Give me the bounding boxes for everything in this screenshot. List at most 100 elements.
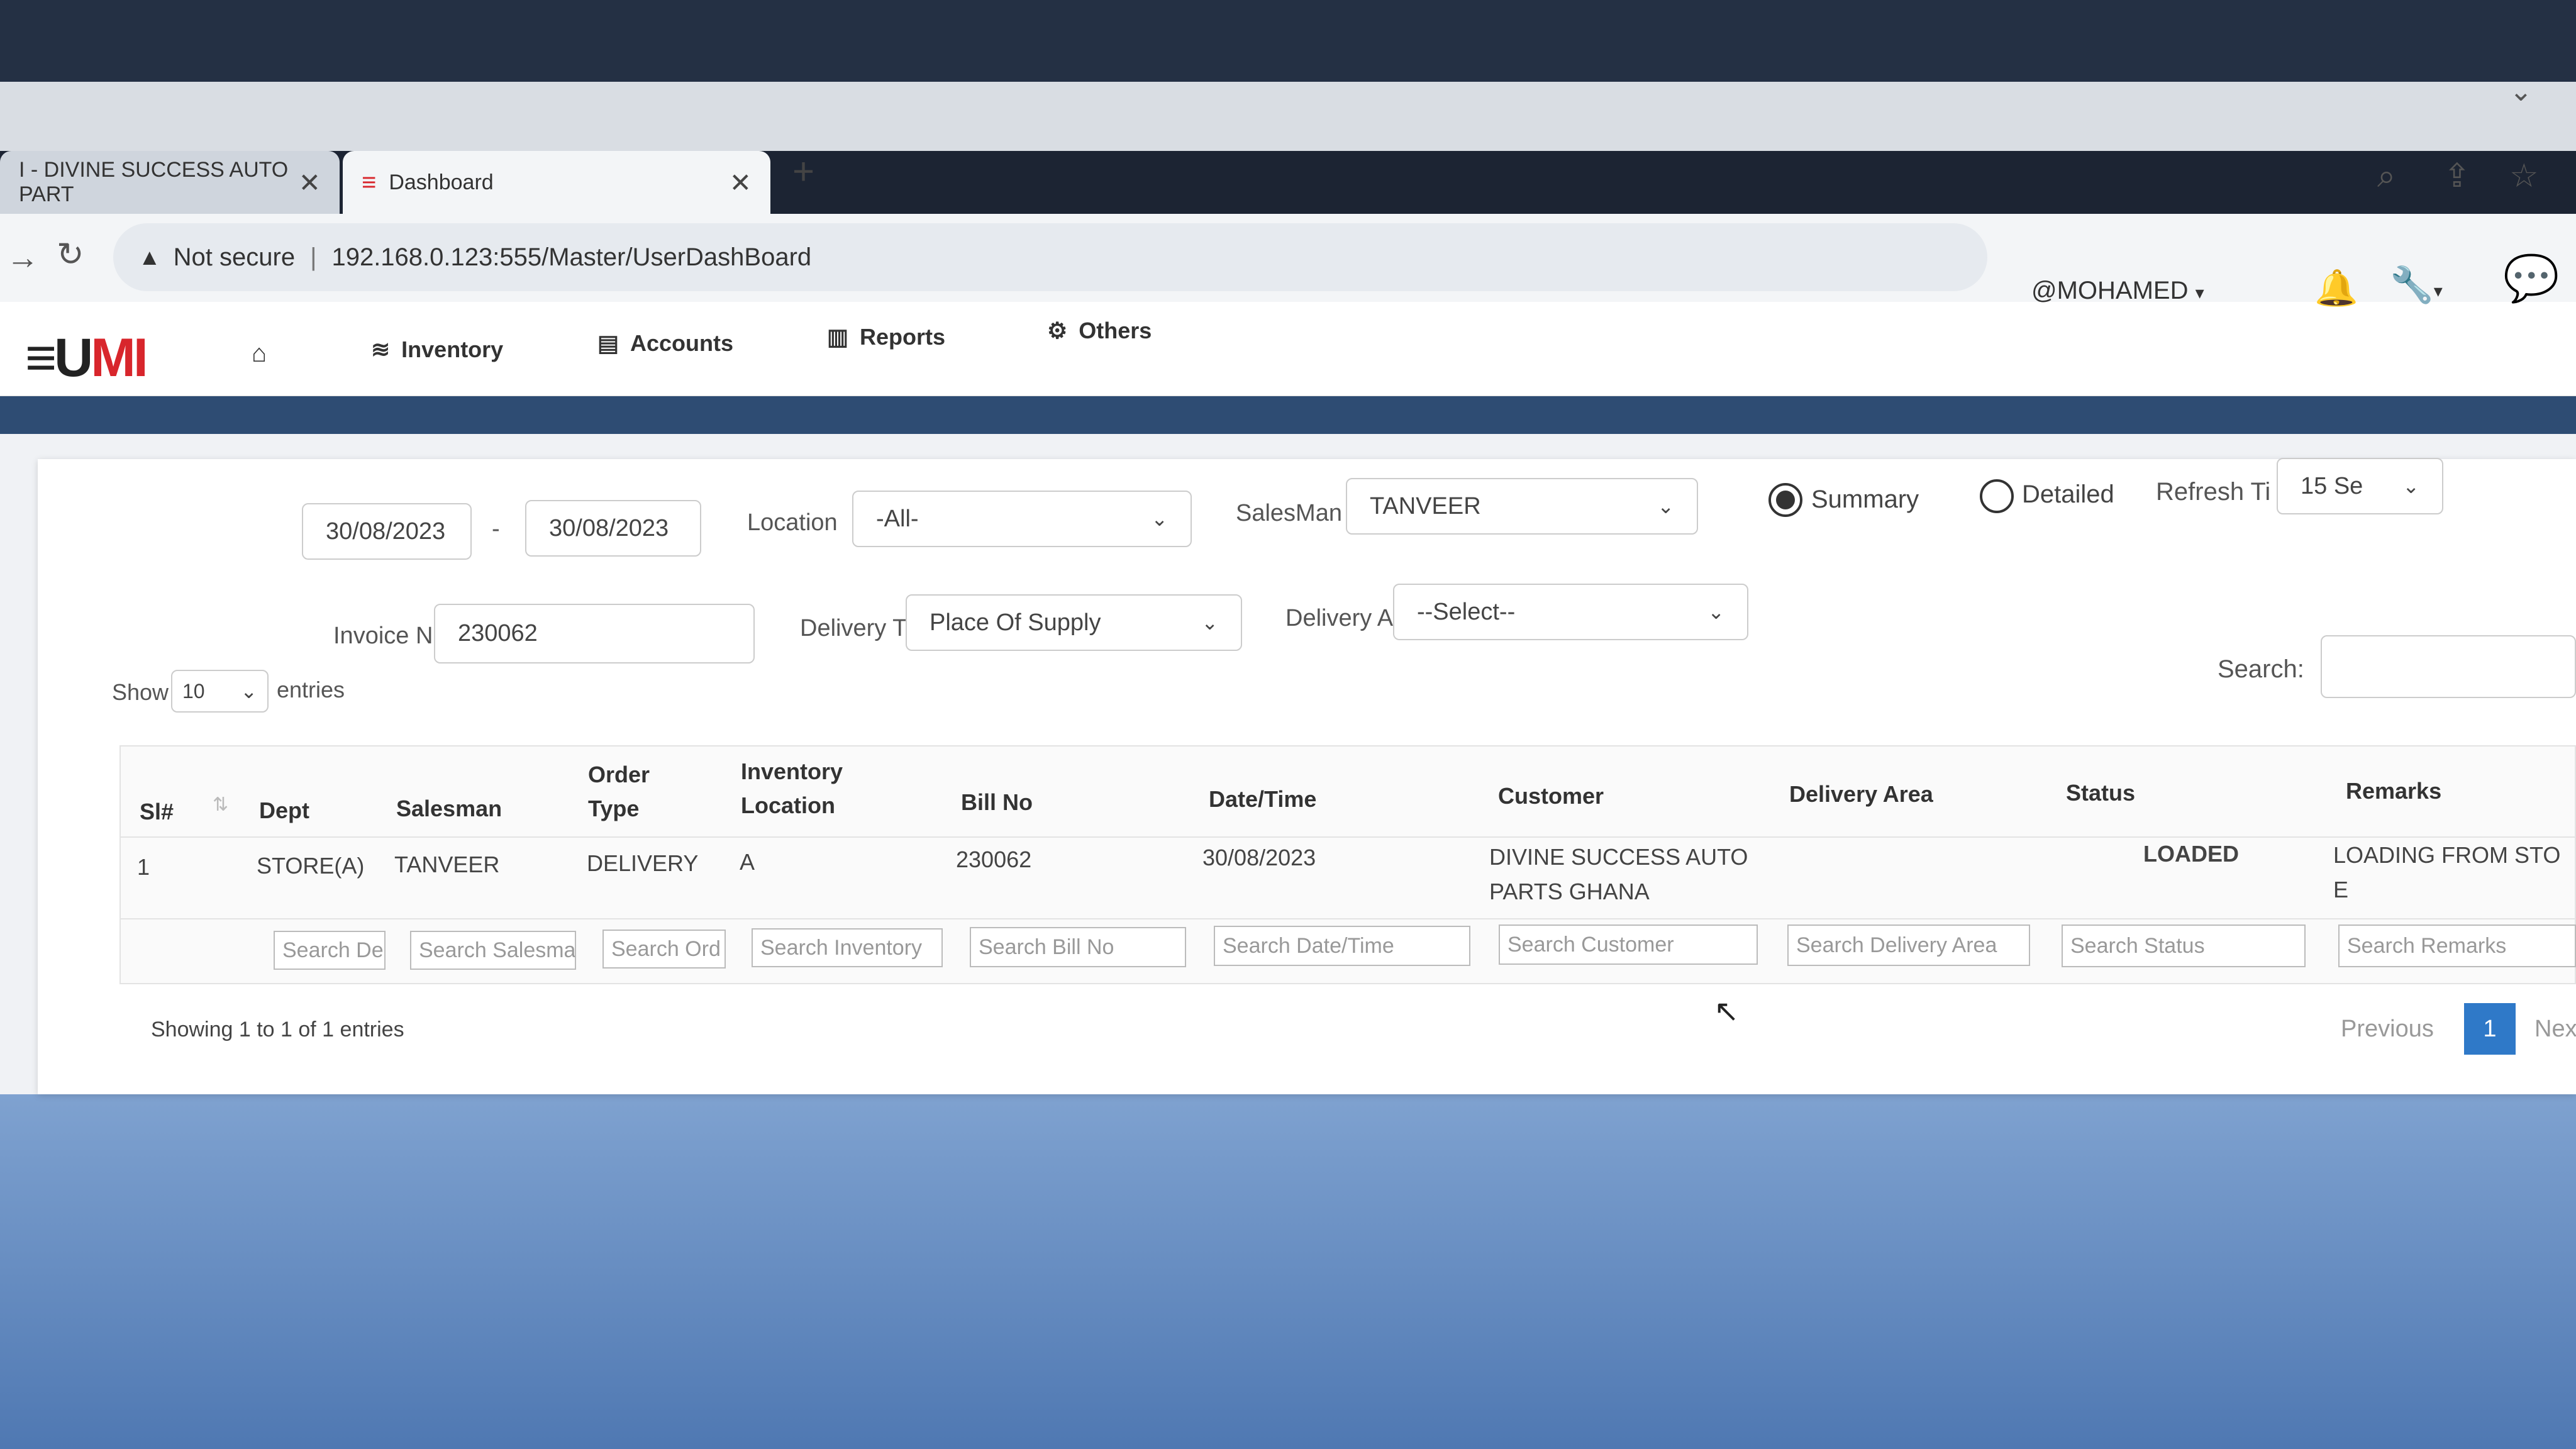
- location-select[interactable]: -All- ⌄: [852, 491, 1192, 547]
- address-bar[interactable]: ▲ Not secure | 192.168.0.123:555/Master/…: [113, 223, 1987, 291]
- menu-others[interactable]: ⚙ Others: [1047, 318, 1152, 344]
- delivery-type-value: Place Of Supply: [930, 609, 1101, 636]
- col-salesman[interactable]: Salesman: [396, 796, 502, 822]
- col-delivery-area[interactable]: Delivery Area: [1789, 781, 1933, 808]
- delivery-area-value: --Select--: [1417, 598, 1516, 625]
- menu-reports[interactable]: ▥ Reports: [827, 324, 945, 350]
- chevron-down-icon: ⌄: [1201, 611, 1218, 634]
- app-logo[interactable]: ≡UMI: [25, 327, 148, 389]
- pagination-current[interactable]: 1: [2464, 1003, 2516, 1055]
- delivery-type-label: Delivery T: [800, 615, 908, 641]
- cell-order-type: DELIVERY: [587, 850, 699, 876]
- delivery-type-select[interactable]: Place Of Supply ⌄: [906, 594, 1242, 651]
- tab-title: I - DIVINE SUCCESS AUTO PART: [19, 158, 289, 206]
- search-remarks-input[interactable]: Search Remarks: [2338, 924, 2576, 967]
- menu-inventory[interactable]: ≋ Inventory: [371, 336, 503, 363]
- summary-radio[interactable]: [1768, 483, 1802, 517]
- search-dept-input[interactable]: Search De: [274, 931, 386, 970]
- navbar-accent-strip: [0, 396, 2576, 434]
- col-customer[interactable]: Customer: [1498, 783, 1604, 809]
- search-bill-no-input[interactable]: Search Bill No: [970, 927, 1186, 967]
- pagination-next[interactable]: Nex: [2534, 1016, 2576, 1043]
- home-icon[interactable]: ⌂: [252, 340, 267, 368]
- search-label: Search:: [2218, 655, 2304, 683]
- cell-customer: DIVINE SUCCESS AUTO PARTS GHANA: [1489, 844, 1748, 904]
- bell-icon[interactable]: 🔔: [2314, 267, 2358, 309]
- location-value: -All-: [876, 505, 919, 532]
- col-bill-no[interactable]: Bill No: [961, 789, 1033, 816]
- divider: |: [310, 243, 317, 271]
- delivery-area-label: Delivery A: [1285, 605, 1394, 631]
- table-search-input[interactable]: [2321, 635, 2576, 698]
- share-icon[interactable]: ⇪: [2443, 157, 2471, 195]
- chevron-down-icon: ⌄: [240, 680, 257, 702]
- chevron-down-icon: ⌄: [1151, 508, 1168, 530]
- forward-icon[interactable]: →: [6, 239, 39, 277]
- search-salesman-input[interactable]: Search Salesma: [410, 931, 576, 970]
- zoom-icon[interactable]: ⌕: [2377, 157, 2396, 196]
- invoice-value: 230062: [458, 620, 538, 647]
- col-dept[interactable]: Dept: [259, 797, 309, 824]
- cell-dept: STORE(A): [257, 853, 365, 879]
- date-to-value: 30/08/2023: [549, 514, 669, 541]
- date-from-input[interactable]: 30/08/2023: [302, 503, 472, 560]
- col-date-time[interactable]: Date/Time: [1209, 786, 1316, 813]
- salesman-select[interactable]: TANVEER ⌄: [1346, 478, 1698, 535]
- close-icon[interactable]: ✕: [299, 167, 321, 198]
- chat-icon[interactable]: 💬: [2503, 252, 2560, 305]
- col-remarks[interactable]: Remarks: [2346, 778, 2441, 804]
- search-delivery-area-input[interactable]: Search Delivery Area: [1787, 924, 2030, 966]
- refresh-interval-select[interactable]: 15 Se ⌄: [2277, 458, 2443, 514]
- search-order-type-input[interactable]: Search Ord: [602, 930, 726, 969]
- tab-title: Dashboard: [389, 170, 494, 194]
- menu-label: Others: [1079, 318, 1152, 343]
- delivery-area-select[interactable]: --Select-- ⌄: [1393, 584, 1748, 640]
- cell-location: A: [740, 849, 755, 875]
- search-inventory-input[interactable]: Search Inventory: [752, 928, 943, 967]
- page-length-select[interactable]: 10 ⌄: [171, 670, 269, 713]
- menu-label: Accounts: [630, 330, 734, 356]
- logo-main: ≡U: [25, 328, 93, 388]
- search-status-input[interactable]: Search Status: [2062, 924, 2306, 967]
- detailed-radio[interactable]: [1980, 479, 2014, 513]
- menu-accounts[interactable]: ▤ Accounts: [597, 330, 733, 357]
- sort-icon[interactable]: ⇅: [213, 794, 228, 816]
- cell-bill-no: 230062: [956, 847, 1032, 872]
- row-divider: [119, 918, 2576, 919]
- pagination-previous[interactable]: Previous: [2341, 1016, 2434, 1043]
- show-label: Show: [112, 679, 169, 705]
- col-order-type[interactable]: Order Type: [588, 758, 676, 826]
- browser-tab-divine[interactable]: I - DIVINE SUCCESS AUTO PART ✕: [0, 151, 340, 214]
- new-tab-button[interactable]: +: [792, 150, 814, 193]
- favicon-icon: ≡: [362, 168, 377, 196]
- reload-icon[interactable]: ↻: [57, 236, 84, 274]
- invoice-input[interactable]: 230062: [434, 604, 755, 663]
- bar-chart-icon: ▥: [827, 324, 849, 350]
- cell-sl: 1: [137, 854, 150, 880]
- user-menu[interactable]: @MOHAMED ▾: [2031, 277, 2204, 305]
- browser-tab-dashboard[interactable]: ≡ Dashboard ✕: [343, 151, 770, 214]
- bookmark-star-icon[interactable]: ☆: [2509, 157, 2539, 195]
- username: @MOHAMED: [2031, 277, 2189, 304]
- detailed-label: Detailed: [2022, 480, 2114, 508]
- chevron-down-icon: ⌄: [1707, 601, 1724, 623]
- cell-date: 30/08/2023: [1202, 845, 1316, 870]
- page-length-value: 10: [182, 679, 205, 702]
- search-customer-input[interactable]: Search Customer: [1499, 924, 1758, 965]
- mouse-cursor-icon: ↖: [1714, 995, 1740, 1028]
- table-icon: ▤: [597, 330, 619, 356]
- summary-label: Summary: [1811, 486, 1919, 513]
- col-sl[interactable]: Sl#: [140, 799, 174, 825]
- search-date-input[interactable]: Search Date/Time: [1214, 926, 1470, 966]
- tab-list-chevron-icon[interactable]: ⌄: [2509, 75, 2533, 108]
- col-inventory-location[interactable]: Inventory Location: [741, 755, 867, 823]
- close-icon[interactable]: ✕: [730, 167, 752, 198]
- salesman-label: SalesMan: [1236, 500, 1342, 526]
- col-status[interactable]: Status: [2066, 780, 2135, 806]
- wrench-icon[interactable]: 🔧▾: [2390, 264, 2443, 306]
- menu-label: Reports: [860, 324, 946, 350]
- desktop-background: [0, 0, 2576, 82]
- date-separator: -: [492, 516, 500, 542]
- page-bottom-background: [0, 1094, 2576, 1449]
- date-to-input[interactable]: 30/08/2023: [525, 500, 701, 557]
